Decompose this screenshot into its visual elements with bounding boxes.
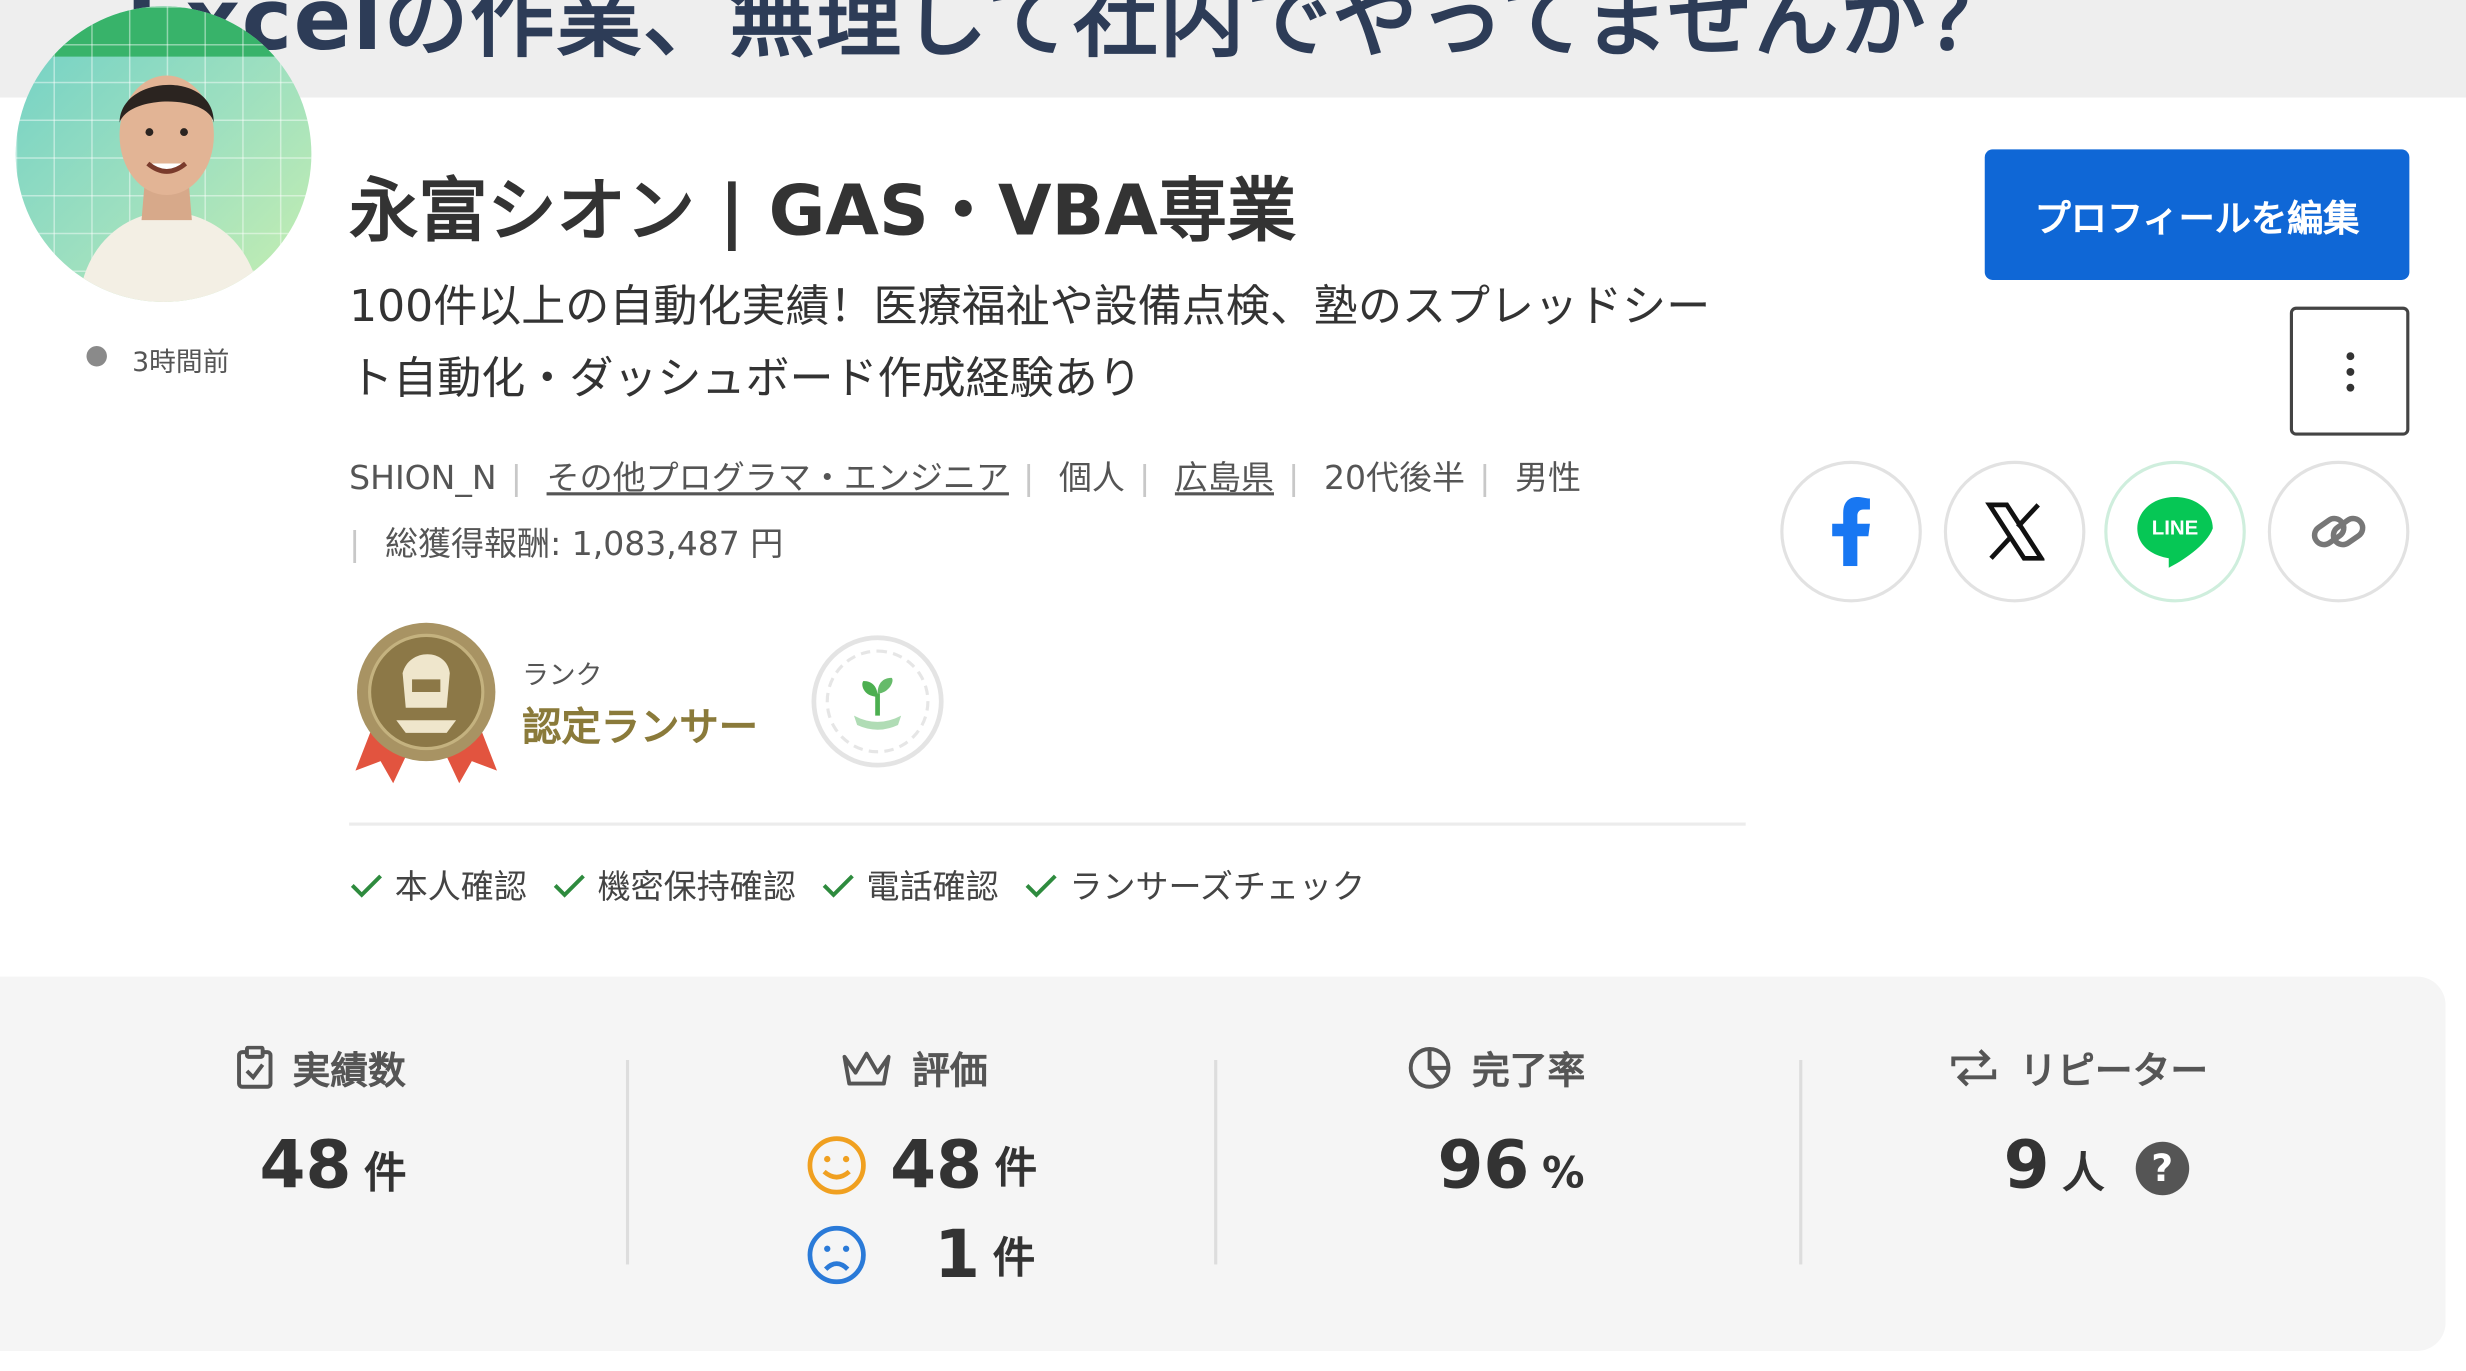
stat-rating-bad: 1	[934, 1215, 981, 1293]
more-options-button[interactable]	[2289, 306, 2410, 436]
stat-unit: 人	[2062, 1149, 2105, 1199]
verification-item: ランサーズチェック	[1024, 862, 1365, 909]
profile-earnings-row: | 総獲得報酬: 1,083,487 円	[349, 525, 784, 564]
stat-repeaters: リピーター 9人 ?	[1802, 977, 2445, 1351]
age: 20代後半	[1323, 459, 1466, 497]
stat-unit: 件	[992, 1234, 1036, 1284]
x-logo-icon	[1985, 502, 2045, 561]
location-link[interactable]: 広島県	[1175, 459, 1274, 497]
verification-label: 本人確認	[394, 868, 527, 906]
stat-completion: 完了率 96%	[1217, 977, 1799, 1351]
verification-label: ランサーズチェック	[1069, 868, 1366, 906]
clipboard-check-icon	[237, 1045, 273, 1088]
stat-unit: 件	[364, 1149, 407, 1199]
edit-profile-button[interactable]: プロフィールを編集	[1984, 149, 2410, 280]
stat-completion-value: 96	[1437, 1126, 1530, 1204]
profile-name: 永富シオン | GAS・VBA専業	[349, 171, 1297, 252]
help-icon[interactable]: ?	[2135, 1141, 2189, 1196]
stat-completion-label: 完了率	[1472, 1048, 1586, 1094]
verification-list: 本人確認 機密保持確認 電話確認 ランサーズチェック	[349, 862, 1365, 909]
facebook-icon	[1832, 496, 1870, 567]
check-icon	[350, 874, 382, 898]
section-divider	[349, 822, 1746, 826]
banner-title: Excelの作業、無理して社内でやってませんか？	[125, 0, 2014, 70]
stat-repeaters-label: リピーター	[2019, 1048, 2209, 1094]
share-facebook-button[interactable]	[1780, 460, 1922, 603]
avatar[interactable]	[15, 6, 312, 302]
username: SHION_N	[349, 459, 497, 497]
stat-achievements-label: 実績数	[292, 1048, 406, 1094]
stats-panel: 実績数 48 件 評価 48 件 1 件 完了率 96 % リピーター 9 人 …	[0, 976, 2446, 1351]
stat-achievements-value: 48	[259, 1126, 352, 1204]
copy-link-button[interactable]	[2267, 460, 2410, 603]
verification-label: 機密保持確認	[597, 868, 796, 906]
profile-catchphrase: 100件以上の自動化実績！医療福祉や設備点検、塾のスプレッドシート自動化・ダッシ…	[349, 279, 1711, 405]
crown-icon	[842, 1050, 891, 1085]
check-icon	[1025, 874, 1057, 898]
last-active: 3時間前	[132, 347, 230, 380]
line-label: LINE	[2151, 515, 2199, 540]
sprout-badge-icon[interactable]	[811, 635, 944, 768]
stat-repeaters-value: 9	[2003, 1126, 2050, 1204]
stat-rating-good: 48	[890, 1126, 983, 1204]
more-dot-icon	[2345, 382, 2354, 391]
verification-item: 機密保持確認	[552, 862, 796, 909]
more-dot-icon	[2345, 351, 2354, 360]
share-x-button[interactable]	[1943, 460, 2086, 603]
status-dot-icon	[86, 345, 107, 367]
header-banner[interactable]: Excelの作業、無理して社内でやってませんか？	[0, 0, 2466, 98]
check-icon	[822, 874, 854, 898]
check-icon	[553, 874, 585, 898]
link-icon	[2311, 515, 2366, 548]
gender: 男性	[1515, 459, 1582, 497]
profile-meta: SHION_N | その他プログラマ・エンジニア | 個人 | 広島県 | 20代後半 |…	[349, 459, 1582, 497]
sad-face-icon	[807, 1225, 866, 1284]
rank-medal-icon[interactable]	[349, 620, 503, 787]
pie-chart-icon	[1408, 1046, 1451, 1088]
share-line-button[interactable]: LINE	[2104, 460, 2246, 603]
stat-unit: 件	[994, 1144, 1038, 1194]
stat-rating: 評価 48 件 1件	[629, 977, 1214, 1351]
verification-item: 電話確認	[821, 862, 999, 909]
stat-unit: %	[1541, 1149, 1585, 1199]
account-type: 個人	[1058, 459, 1125, 497]
rank-label: ランク	[522, 660, 603, 692]
repeat-icon	[1951, 1048, 1997, 1086]
stat-achievements: 実績数 48 件	[0, 977, 626, 1351]
more-dot-icon	[2345, 367, 2354, 376]
total-earnings: 総獲得報酬: 1,083,487 円	[384, 525, 784, 564]
stat-rating-label: 評価	[912, 1048, 988, 1094]
rank-name: 認定ランサー	[522, 704, 759, 751]
verification-item: 本人確認	[349, 862, 527, 909]
smile-face-icon	[807, 1135, 866, 1194]
verification-label: 電話確認	[866, 868, 999, 906]
occupation-link[interactable]: その他プログラマ・エンジニア	[547, 459, 1009, 497]
